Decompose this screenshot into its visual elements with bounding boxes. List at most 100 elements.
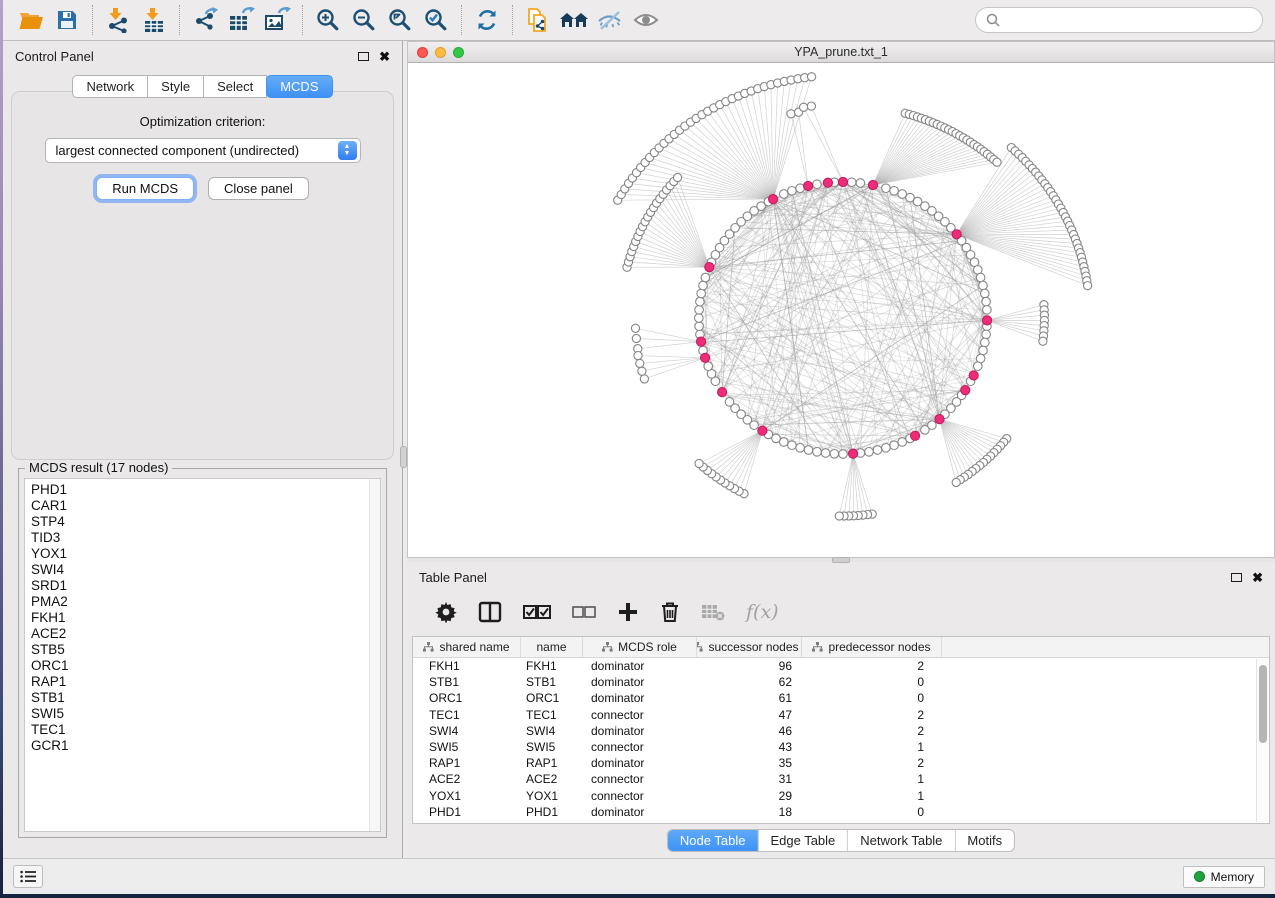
list-item[interactable]: ACE2 (25, 626, 380, 642)
list-item[interactable]: TID3 (25, 530, 380, 546)
table-row[interactable]: PHD1PHD1dominator180 (413, 804, 1269, 820)
table-row[interactable]: FKH1FKH1dominator962 (413, 658, 1269, 674)
list-item[interactable]: TEC1 (25, 722, 380, 738)
toolbar-separator (92, 5, 93, 35)
list-item[interactable]: PMA2 (25, 594, 380, 610)
close-panel-button[interactable]: Close panel (208, 177, 309, 200)
table-row[interactable]: ACE2ACE2connector311 (413, 771, 1269, 787)
column-header-filler (942, 637, 1269, 657)
delete-column-icon[interactable] (660, 601, 680, 623)
export-table-icon[interactable] (223, 3, 259, 37)
list-item[interactable]: STB5 (25, 642, 380, 658)
tab-select[interactable]: Select (203, 75, 267, 98)
list-item[interactable]: CAR1 (25, 498, 380, 514)
table-scrollbar[interactable] (1256, 659, 1268, 822)
hide-selected-icon[interactable] (592, 3, 628, 37)
split-panel-icon[interactable] (478, 601, 502, 623)
tab-edge-table[interactable]: Edge Table (757, 830, 847, 851)
main-toolbar (3, 0, 1275, 41)
column-header-name[interactable]: name (521, 637, 583, 657)
tab-mcds[interactable]: MCDS (266, 75, 332, 98)
minimize-window-icon[interactable] (435, 47, 446, 58)
table-row[interactable]: ORC1ORC1dominator610 (413, 690, 1269, 706)
horizontal-split-handle[interactable] (832, 557, 850, 563)
search-input[interactable] (1006, 13, 1252, 28)
select-stepper-icon: ▲▼ (338, 141, 357, 160)
deselect-all-checkbox-icon[interactable] (572, 605, 596, 619)
list-item[interactable]: SWI4 (25, 562, 380, 578)
list-item[interactable]: FKH1 (25, 610, 380, 626)
column-header-mcds-role[interactable]: MCDS role (583, 637, 697, 657)
result-list-scrollbar[interactable] (369, 479, 380, 831)
control-panel-tabs: Network Style Select MCDS (3, 75, 402, 98)
list-item[interactable]: PHD1 (25, 482, 380, 498)
save-session-icon[interactable] (49, 3, 85, 37)
list-item[interactable]: STP4 (25, 514, 380, 530)
import-table-icon[interactable] (136, 3, 172, 37)
tab-motifs[interactable]: Motifs (954, 830, 1014, 851)
list-item[interactable]: RAP1 (25, 674, 380, 690)
zoom-fit-icon[interactable] (382, 3, 418, 37)
float-panel-icon[interactable] (1231, 573, 1242, 582)
add-column-icon[interactable] (617, 601, 639, 623)
tab-node-table[interactable]: Node Table (668, 830, 758, 851)
table-row[interactable]: YOX1YOX1connector291 (413, 788, 1269, 804)
mcds-result-list[interactable]: PHD1 CAR1 STP4 TID3 YOX1 SWI4 SRD1 PMA2 … (24, 478, 381, 832)
run-mcds-button[interactable]: Run MCDS (96, 177, 194, 200)
tab-style[interactable]: Style (147, 75, 204, 98)
list-item[interactable]: GCR1 (25, 738, 380, 754)
float-panel-icon[interactable] (358, 52, 369, 61)
tab-network-table[interactable]: Network Table (847, 830, 954, 851)
table-row[interactable]: STB1STB1dominator620 (413, 674, 1269, 690)
table-row[interactable]: TEC1TEC1connector472 (413, 707, 1269, 723)
network-window: YPA_prune.txt_1 (407, 41, 1275, 558)
criterion-select[interactable]: largest connected component (undirected)… (45, 138, 361, 163)
memory-label: Memory (1211, 870, 1254, 884)
column-header-predecessor-nodes[interactable]: predecessor nodes (802, 637, 942, 657)
memory-button[interactable]: Memory (1183, 866, 1265, 888)
mcds-result-title: MCDS result (17 nodes) (25, 460, 172, 475)
maximize-window-icon[interactable] (453, 47, 464, 58)
scrollbar-thumb[interactable] (1259, 665, 1267, 743)
list-item[interactable]: SRD1 (25, 578, 380, 594)
task-history-button[interactable] (13, 865, 43, 888)
close-panel-icon[interactable]: ✖ (1252, 571, 1263, 584)
list-item[interactable]: YOX1 (25, 546, 380, 562)
export-network-icon[interactable] (187, 3, 223, 37)
list-item[interactable]: ORC1 (25, 658, 380, 674)
first-neighbors-icon[interactable] (556, 3, 592, 37)
network-title: YPA_prune.txt_1 (794, 45, 888, 59)
close-window-icon[interactable] (417, 47, 428, 58)
network-canvas[interactable] (408, 63, 1274, 557)
refresh-icon[interactable] (469, 3, 505, 37)
table-settings-icon[interactable] (435, 601, 457, 623)
table-row[interactable]: SWI5SWI5connector431 (413, 739, 1269, 755)
search-box[interactable] (975, 7, 1263, 33)
tab-network[interactable]: Network (72, 75, 148, 98)
close-panel-icon[interactable]: ✖ (379, 50, 390, 63)
table-row[interactable]: RAP1RAP1dominator352 (413, 755, 1269, 771)
table-tabs: Node Table Edge Table Network Table Moti… (667, 829, 1015, 852)
vertical-split-handle[interactable] (400, 446, 407, 468)
zoom-out-icon[interactable] (346, 3, 382, 37)
open-file-icon[interactable] (13, 3, 49, 37)
table-panel-header: Table Panel ✖ (407, 562, 1275, 588)
export-image-icon[interactable] (259, 3, 295, 37)
duplicate-network-icon[interactable] (520, 3, 556, 37)
column-header-shared-name[interactable]: shared name (413, 637, 521, 657)
table-row[interactable]: SWI4SWI4dominator462 (413, 723, 1269, 739)
attribute-type-icon (423, 642, 434, 652)
zoom-in-icon[interactable] (310, 3, 346, 37)
node-table: shared name name MCDS role successor nod… (412, 636, 1270, 824)
mcds-panel: Optimization criterion: largest connecte… (11, 91, 394, 460)
list-item[interactable]: STB1 (25, 690, 380, 706)
show-all-icon[interactable] (628, 3, 664, 37)
zoom-selected-icon[interactable] (418, 3, 454, 37)
import-network-icon[interactable] (100, 3, 136, 37)
criterion-value: largest connected component (undirected) (56, 143, 300, 158)
column-header-successor-nodes[interactable]: successor nodes (697, 637, 802, 657)
select-all-checkbox-icon[interactable] (523, 604, 551, 620)
table-toolbar: f(x) (413, 592, 1269, 632)
list-item[interactable]: SWI5 (25, 706, 380, 722)
mcds-result-group: MCDS result (17 nodes) PHD1 CAR1 STP4 TI… (18, 468, 387, 838)
